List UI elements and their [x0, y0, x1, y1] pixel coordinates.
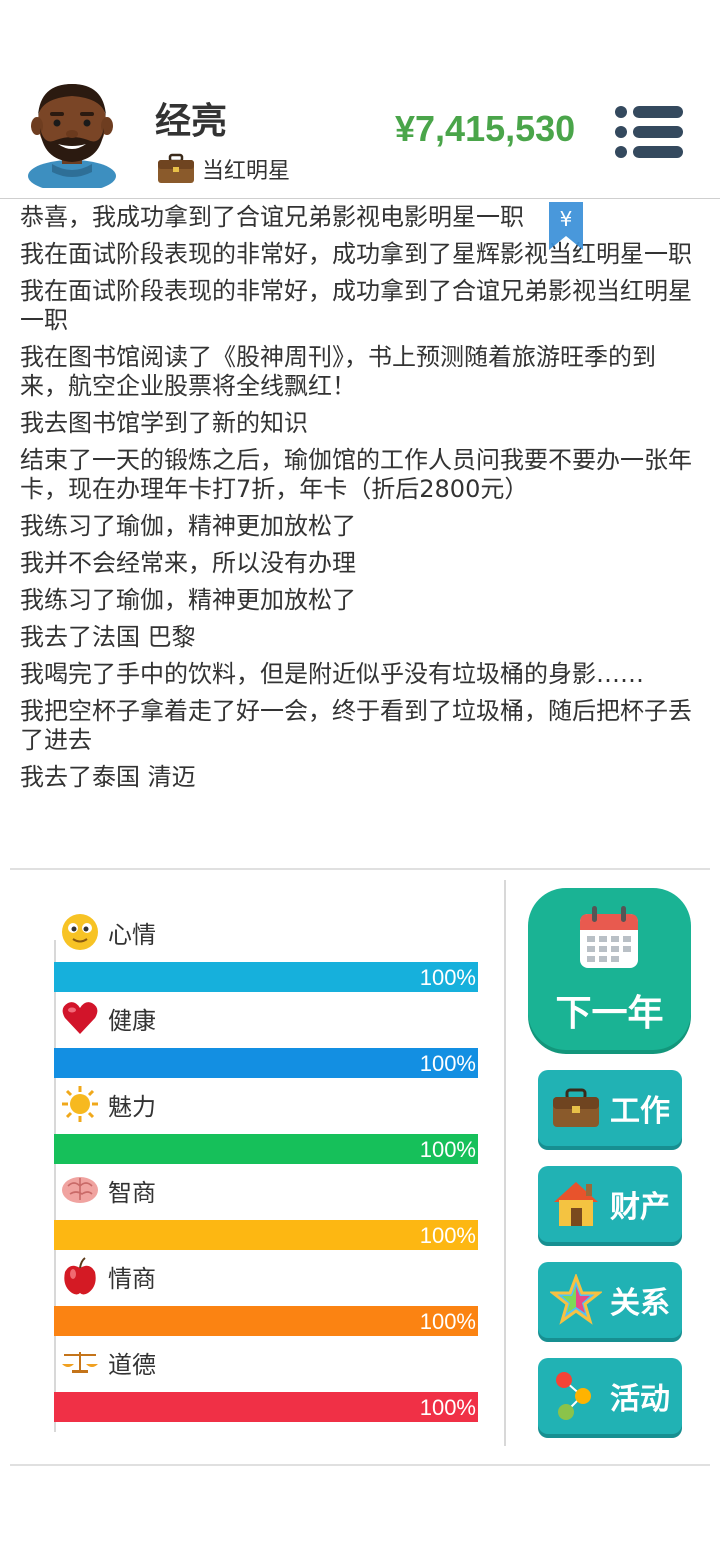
stat-percent: 100%	[419, 965, 476, 990]
relations-label: 关系	[610, 1286, 670, 1321]
player-name: 经亮	[155, 101, 228, 142]
yen-bookmark-icon[interactable]: ¥	[547, 202, 585, 252]
menu-icon[interactable]	[612, 104, 684, 160]
log-entry: 我练习了瑜伽，精神更加放松了	[20, 586, 356, 614]
house-icon	[554, 1182, 598, 1226]
star-icon	[550, 1274, 602, 1325]
bottom-divider	[10, 1464, 710, 1466]
activities-button[interactable]: 活动	[538, 1358, 682, 1434]
stat-label: 智商	[108, 1178, 156, 1207]
stat-label: 道德	[108, 1350, 156, 1379]
event-log[interactable]: 恭喜，我成功拿到了合谊兄弟影视电影明星一职 我在面试阶段表现的非常好，成功拿到了…	[20, 203, 700, 843]
stat-percent: 100%	[419, 1051, 476, 1076]
attribute-stats: 心情 100% 健康 100% 魅力 100% 智商 100% 情商 100% …	[54, 900, 478, 1430]
apple-icon	[64, 1257, 96, 1295]
stat-bar: 100%	[54, 962, 478, 992]
stat-percent: 100%	[419, 1223, 476, 1248]
stat-charm: 魅力 100%	[54, 1082, 478, 1168]
sun-icon	[62, 1086, 98, 1122]
stat-bar: 100%	[54, 1134, 478, 1164]
stat-fill	[54, 1134, 478, 1164]
section-divider	[10, 868, 710, 870]
log-entry: 我去了泰国 清迈	[20, 763, 196, 791]
stat-percent: 100%	[419, 1309, 476, 1334]
next-year-label: 下一年	[555, 993, 664, 1034]
log-entry: 我在面试阶段表现的非常好，成功拿到了星辉影视当红明星一职	[20, 240, 692, 268]
calendar-icon	[580, 906, 638, 968]
stat-bar: 100%	[54, 1048, 478, 1078]
stat-bar: 100%	[54, 1220, 478, 1250]
relations-button[interactable]: 关系	[538, 1262, 682, 1338]
stat-label: 健康	[108, 1006, 156, 1035]
stat-fill	[54, 962, 478, 992]
stat-fill	[54, 1306, 478, 1336]
money-balance: ¥7,415,530	[395, 108, 576, 149]
log-entry: 我喝完了手中的饮料，但是附近似乎没有垃圾桶的身影……	[20, 660, 644, 688]
briefcase-icon	[553, 1088, 599, 1127]
avatar[interactable]	[22, 76, 122, 188]
stat-percent: 100%	[419, 1137, 476, 1162]
stat-health: 健康 100%	[54, 996, 478, 1082]
next-year-button[interactable]: 下一年	[528, 888, 691, 1050]
job-title: 当红明星	[202, 159, 291, 184]
header-divider	[0, 198, 720, 199]
stat-label: 情商	[108, 1264, 156, 1293]
stat-mood: 心情 100%	[54, 910, 478, 996]
scale-icon	[62, 1352, 98, 1373]
stat-fill	[54, 1048, 478, 1078]
svg-text:¥: ¥	[560, 207, 573, 231]
log-entry: 我去了法国 巴黎	[20, 623, 196, 651]
log-entry: 我练习了瑜伽，精神更加放松了	[20, 512, 356, 540]
log-entry: 结束了一天的锻炼之后，瑜伽馆的工作人员问我要不要办一张年卡，现在办理年卡打7折，…	[20, 446, 692, 503]
work-button[interactable]: 工作	[538, 1070, 682, 1146]
heart-icon	[62, 1002, 98, 1034]
stat-label: 魅力	[108, 1092, 156, 1121]
player-header: 经亮 当红明星 ¥7,415,530	[0, 70, 720, 200]
stat-bar: 100%	[54, 1392, 478, 1422]
log-entry: 我去图书馆学到了新的知识	[20, 409, 308, 437]
stat-morality: 道德 100%	[54, 1340, 478, 1426]
work-label: 工作	[610, 1094, 670, 1129]
property-label: 财产	[610, 1190, 670, 1225]
log-entry: 恭喜，我成功拿到了合谊兄弟影视电影明星一职	[20, 203, 524, 231]
stat-bar: 100%	[54, 1306, 478, 1336]
log-entry: 我在面试阶段表现的非常好，成功拿到了合谊兄弟影视当红明星一职	[20, 277, 692, 334]
property-button[interactable]: 财产	[538, 1166, 682, 1242]
stat-percent: 100%	[419, 1395, 476, 1420]
stat-fill	[54, 1392, 478, 1422]
stat-label: 心情	[108, 920, 156, 949]
brain-icon	[62, 1177, 98, 1203]
activities-label: 活动	[610, 1382, 670, 1417]
log-entry: 我把空杯子拿着走了好一会，终于看到了垃圾桶，随后把杯子丢了进去	[20, 697, 692, 754]
column-divider	[504, 880, 506, 1446]
smiley-icon	[62, 914, 98, 950]
stat-fill	[54, 1220, 478, 1250]
briefcase-icon	[158, 153, 194, 183]
activity-dots-icon	[556, 1372, 591, 1420]
stat-eq: 情商 100%	[54, 1254, 478, 1340]
log-entry: 我并不会经常来，所以没有办理	[20, 549, 356, 577]
stat-iq: 智商 100%	[54, 1168, 478, 1254]
log-entry: 我在图书馆阅读了《股神周刊》，书上预测随着旅游旺季的到来，航空企业股票将全线飘红…	[20, 343, 656, 400]
job-badge: 当红明星	[156, 152, 290, 186]
